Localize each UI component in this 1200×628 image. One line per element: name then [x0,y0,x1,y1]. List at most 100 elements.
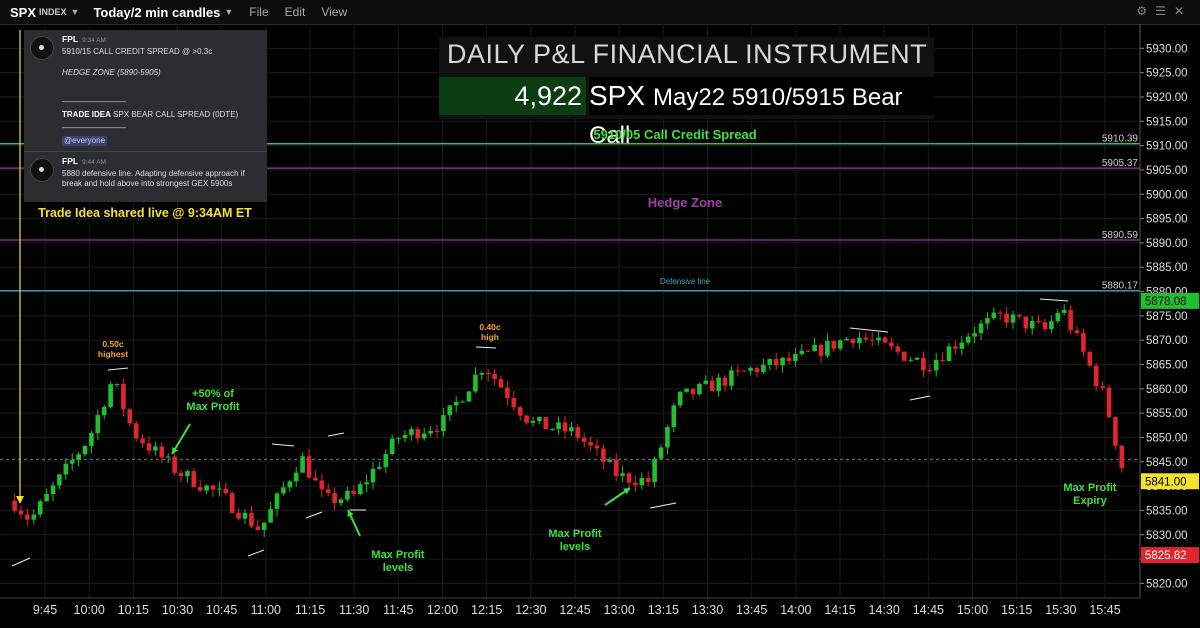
candle-body [889,342,894,347]
candle-body [274,493,280,509]
candle-body [473,374,478,392]
candle-body [940,359,945,362]
candle-body [172,456,177,473]
candle-body [402,434,408,439]
x-tick-label: 15:30 [1045,603,1076,617]
x-tick-label: 13:45 [736,603,767,617]
candle-body [754,368,760,373]
expiry-line-2: Expiry [1073,495,1107,508]
candle-body [261,522,267,530]
candle-body [985,318,990,324]
chat-message: FPL 9:34 AM 5910/15 CALL CREDIT SPREAD @ … [24,30,267,146]
candle-body [665,427,670,448]
candle-body [626,473,632,483]
candle-body [210,485,216,490]
y-tick-label: 5870.00 [1146,335,1188,347]
candle-body [447,405,453,416]
candle-body [255,526,261,530]
candle-body [748,368,753,371]
candle-body [69,460,75,464]
x-tick-label: 10:45 [206,603,237,617]
candle-body [1061,310,1067,313]
candle-body [1029,321,1035,329]
max-profit-line-2: levels [559,541,591,554]
y-tick-label: 5920.00 [1146,92,1188,104]
candle-body [89,433,94,446]
candle-body [633,482,638,486]
candle-body [18,510,24,515]
candle-body [652,458,657,483]
candle-body [959,342,965,349]
marker-tick [305,511,323,519]
candle-body [703,380,709,384]
candle-body [44,493,49,502]
candle-body [991,312,997,319]
candle-body [716,377,721,391]
candle-body [505,387,510,399]
candle-body [133,423,139,439]
price-badge-label: 5825.82 [1145,550,1187,562]
candle-body [927,370,933,372]
candle-body [460,401,465,403]
candle-body [594,445,600,449]
candle-body [684,388,689,392]
marker-tick [475,346,497,349]
expiry-line-1: Max Profit [1063,482,1117,494]
candle-body [466,391,472,402]
candle-body [780,357,785,366]
candle-body [588,441,593,446]
candle-body [543,417,549,430]
y-tick-label: 5915.00 [1146,116,1188,128]
candle-body [537,417,542,422]
y-tick-label: 5925.00 [1146,68,1188,80]
candle-body [12,500,17,511]
candle-body [613,459,619,476]
candle-body [249,512,254,527]
level-line-label: 5880.17 [1102,281,1139,292]
candle-body [313,477,318,481]
candle-body [645,478,651,483]
candle-body [837,340,843,349]
candle-body [25,514,30,520]
x-tick-label: 12:00 [427,603,458,617]
x-tick-label: 13:00 [604,603,635,617]
x-tick-label: 9:45 [33,603,57,617]
x-tick-label: 11:15 [295,603,325,617]
message-divider: ———————— [62,123,126,132]
candle-body [293,472,299,482]
candle-body [1055,312,1061,322]
candle-body [793,354,798,362]
mention-everyone[interactable]: @everyone [62,136,108,146]
candle-body [658,447,664,459]
candle-body [409,429,414,435]
candle-body [671,405,677,428]
call-spread-label: 5910/05 Call Credit Spread [593,127,757,142]
candle-body [1113,417,1118,446]
message-time: 9:34 AM [82,37,106,44]
half-profit-annotation: +50% of Max Profit [168,388,258,414]
x-tick-label: 10:30 [162,603,193,617]
x-tick-label: 12:45 [559,603,590,617]
x-tick-label: 13:15 [648,603,679,617]
candle-body [268,508,273,523]
candle-body [281,487,286,494]
y-tick-label: 5910.00 [1146,141,1188,153]
candle-body [377,467,382,469]
candle-body [876,337,881,341]
high-line-2: high [481,332,499,343]
candle-body [997,312,1003,314]
instrument-ticker: SPX [589,80,646,111]
candle-body [364,482,369,485]
message-line: HEDGE ZONE (5890-5905) [62,68,161,77]
candle-body [95,415,101,434]
candle-body [441,415,446,432]
max-profit-line-2: levels [382,562,414,575]
candle-body [300,456,305,473]
candle-body [1100,386,1105,388]
candle-body [863,337,869,340]
level-line-label: 5890.59 [1102,230,1139,241]
x-tick-label: 15:15 [1001,603,1032,617]
candle-body [492,374,497,380]
high-annotation: 0.40c high [462,322,518,342]
x-tick-label: 11:00 [251,603,281,617]
